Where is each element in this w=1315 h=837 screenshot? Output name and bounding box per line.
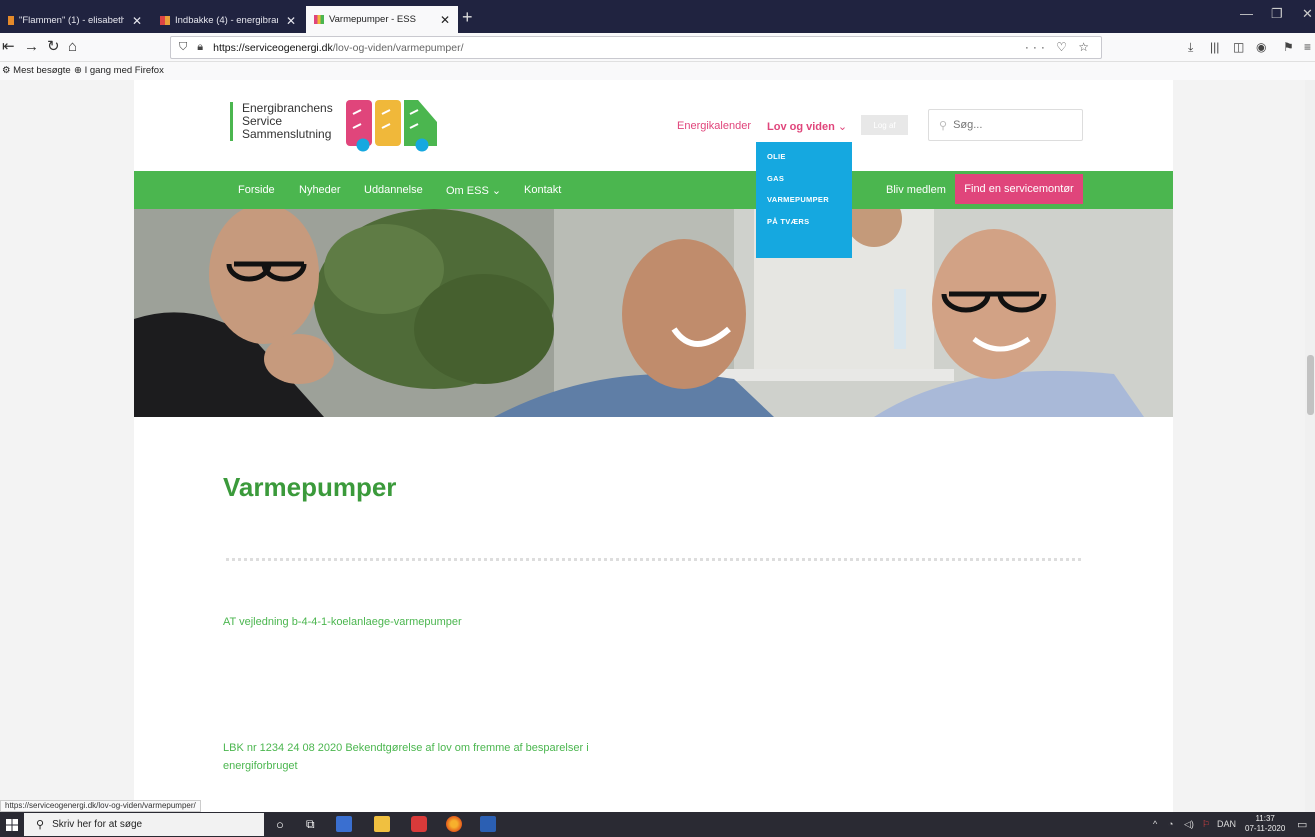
lock-icon[interactable]: 🔒︎ — [197, 41, 203, 54]
search-icon: ⚲ — [939, 119, 948, 132]
lov-og-viden-dropdown: OLIE GAS VARMEPUMPER PÅ TVÆRS — [756, 142, 852, 258]
clock[interactable]: 11:37 07-11-2020 — [1245, 814, 1285, 834]
back-icon[interactable]: ⇤ — [2, 38, 15, 56]
language-indicator[interactable]: DAN — [1217, 819, 1236, 829]
close-icon[interactable]: ✕ — [286, 14, 296, 28]
nav-nyheder[interactable]: Nyheder — [299, 184, 341, 196]
nav-om-ess[interactable]: Om ESS ⌄ — [446, 184, 501, 197]
page-viewport: Energibranchens Service Sammenslutning E… — [0, 80, 1315, 812]
ess-favicon-icon — [314, 15, 324, 24]
nav-lov-og-viden[interactable]: Lov og viden ⌄ — [767, 120, 847, 133]
windows-taskbar: ⚲ Skriv her for at søge ○ ⧉ ^ ◔ ◁) ⚐ DAN… — [0, 812, 1315, 837]
shield-icon[interactable]: ⛉ — [179, 41, 187, 54]
tab-indbakke[interactable]: Indbakke (4) - energibranchen ✕ — [152, 8, 304, 33]
chevron-up-icon[interactable]: ^ — [1153, 819, 1157, 829]
sidebar-icon[interactable]: ◫ — [1233, 40, 1244, 54]
tab-label: Indbakke (4) - energibranchen — [175, 15, 278, 26]
dropdown-item-gas[interactable]: GAS — [756, 172, 852, 194]
extensions-icon[interactable]: ⚑ — [1283, 40, 1294, 54]
tab-label: "Flammen" (1) - elisabeth.m.ar — [19, 15, 124, 26]
bookmark-i-gang-med-firefox[interactable]: ⊕ I gang med Firefox — [74, 65, 164, 76]
reload-icon[interactable]: ↻ — [47, 38, 60, 56]
network-icon[interactable]: ◔ — [1168, 819, 1173, 829]
firefox-icon[interactable] — [446, 816, 462, 832]
home-icon[interactable]: ⌂ — [68, 38, 77, 56]
minimize-icon[interactable]: — — [1240, 6, 1253, 21]
taskbar-search[interactable]: ⚲ Skriv her for at søge — [24, 813, 264, 836]
search-icon: ⚲ — [36, 819, 45, 831]
flag-icon[interactable]: ⚐ — [1202, 819, 1210, 830]
browser-navbar: ⇤ → ↻ ⌂ ⛉ 🔒︎ https://serviceogenergi.dk … — [0, 33, 1315, 62]
hero-photo — [134, 209, 1173, 417]
chevron-down-icon: ⌄ — [837, 121, 848, 133]
page-actions-icon[interactable]: ··· ♡ ☆ — [1025, 40, 1093, 54]
hero-image — [134, 209, 1173, 417]
close-icon[interactable]: ✕ — [132, 14, 142, 28]
bookmarks-bar: ⚙ Mest besøgte ⊕ I gang med Firefox — [0, 62, 1315, 80]
taskbar-search-placeholder: Skriv her for at søge — [52, 819, 143, 830]
nav-uddannelse[interactable]: Uddannelse — [364, 184, 423, 196]
new-tab-icon[interactable]: + — [462, 7, 473, 28]
scrollbar-thumb[interactable] — [1307, 355, 1314, 415]
find-servicemontor-button[interactable]: Find en servicemontør — [955, 174, 1083, 204]
maximize-icon[interactable]: ❐ — [1271, 6, 1283, 22]
close-icon[interactable]: ✕ — [440, 13, 450, 27]
nav-forside[interactable]: Forside — [238, 184, 275, 196]
volume-icon[interactable]: ◁) — [1184, 819, 1194, 830]
task-view-icon[interactable]: ⧉ — [306, 817, 322, 833]
dotted-divider — [226, 558, 1081, 561]
browser-tab-strip: "Flammen" (1) - elisabeth.m.ar ✕ Indbakk… — [0, 0, 1315, 33]
search-input[interactable] — [953, 119, 1064, 131]
nav-kontakt[interactable]: Kontakt — [524, 184, 561, 196]
bookmark-mest-besogte[interactable]: ⚙ Mest besøgte — [2, 65, 71, 76]
gmail-icon — [160, 16, 170, 25]
site-container: Energibranchens Service Sammenslutning E… — [134, 80, 1173, 812]
file-explorer-icon[interactable] — [374, 816, 390, 832]
url-domain: https://serviceogenergi.dk — [213, 41, 333, 54]
chevron-down-icon: ⌄ — [491, 185, 502, 197]
main-nav: Forside Nyheder Uddannelse Om ESS ⌄ Kont… — [134, 171, 1173, 209]
menu-icon[interactable]: ≡ — [1304, 40, 1311, 54]
page-title: Varmepumper — [223, 472, 397, 502]
dropdown-item-olie[interactable]: OLIE — [756, 150, 852, 172]
address-bar[interactable]: ⛉ 🔒︎ https://serviceogenergi.dk /lov-og-… — [170, 36, 1102, 59]
dropdown-item-varmepumper[interactable]: VARMEPUMPER — [756, 193, 852, 215]
site-logo-text[interactable]: Energibranchens Service Sammenslutning — [230, 102, 333, 141]
document-link[interactable]: LBK nr 1234 24 08 2020 Bekendtgørelse af… — [223, 739, 623, 775]
nav-bliv-medlem[interactable]: Bliv medlem — [886, 184, 946, 196]
library-icon[interactable]: ||| — [1210, 40, 1219, 54]
status-url: https://serviceogenergi.dk/lov-og-viden/… — [0, 800, 201, 812]
account-icon[interactable]: ◉ — [1256, 40, 1266, 54]
notifications-icon[interactable]: ▭ — [1297, 818, 1307, 831]
close-window-icon[interactable]: ✕ — [1302, 6, 1313, 22]
forward-icon[interactable]: → — [24, 38, 39, 56]
dropdown-item-pa-tvaers[interactable]: PÅ TVÆRS — [756, 215, 852, 237]
word-icon[interactable] — [480, 816, 496, 832]
tab-flammen[interactable]: "Flammen" (1) - elisabeth.m.ar ✕ — [0, 8, 150, 33]
url-path: /lov-og-viden/varmepumper/ — [332, 41, 464, 54]
document-link[interactable]: AT vejledning b-4-4-1-koelanlaege-varmep… — [223, 613, 462, 631]
downloads-icon[interactable]: ⤓ — [1188, 40, 1193, 55]
page-scrollbar[interactable] — [1305, 80, 1315, 812]
windows-start-icon[interactable] — [0, 812, 24, 837]
office-icon[interactable] — [411, 816, 427, 832]
tab-label: Varmepumper - ESS — [329, 14, 416, 25]
cortana-icon[interactable]: ○ — [276, 817, 292, 833]
store-icon[interactable] — [336, 816, 352, 832]
log-af-button[interactable]: Log af — [861, 115, 908, 135]
flame-favicon-icon — [8, 16, 14, 25]
ess-logo-icon[interactable] — [344, 100, 439, 155]
nav-energikalender[interactable]: Energikalender — [677, 120, 751, 132]
site-search[interactable]: ⚲ — [928, 109, 1083, 141]
tab-varmepumper[interactable]: Varmepumper - ESS ✕ — [306, 6, 458, 33]
